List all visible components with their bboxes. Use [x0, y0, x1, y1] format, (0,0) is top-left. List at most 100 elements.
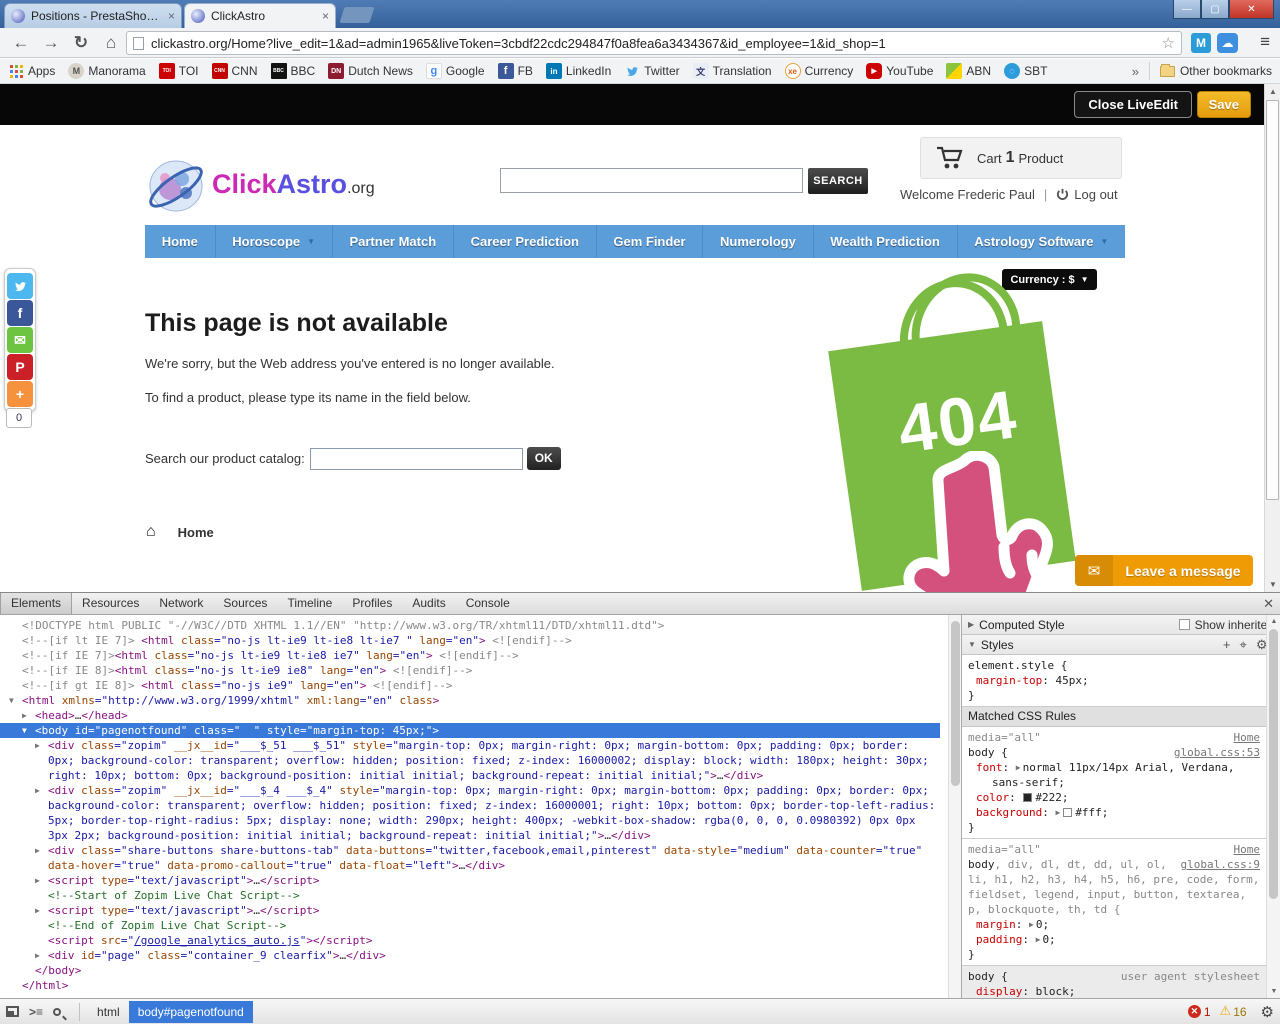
- css-rule[interactable]: Home media="all" global.css:53 body {font: …: [962, 727, 1266, 839]
- extension-cloud-icon[interactable]: ☁: [1217, 33, 1238, 53]
- scroll-up-icon[interactable]: ▲: [1265, 84, 1280, 99]
- dom-node[interactable]: <!--[if gt IE 8]> <html class="no-js ie9…: [0, 678, 940, 693]
- dom-node[interactable]: </html>: [0, 978, 940, 993]
- catalog-search-input[interactable]: [309, 447, 523, 470]
- nav-item-career-prediction[interactable]: Career Prediction: [452, 225, 596, 258]
- breadcrumb-home[interactable]: Home: [178, 525, 214, 540]
- bookmark-youtube[interactable]: ▶ YouTube: [866, 63, 933, 79]
- devtools-tab-console[interactable]: Console: [456, 593, 520, 614]
- bookmark-star-icon[interactable]: ☆: [1162, 34, 1175, 52]
- warning-icon[interactable]: ⚠: [1220, 1004, 1232, 1019]
- maximize-button[interactable]: ▢: [1201, 0, 1229, 19]
- dom-node[interactable]: </body>: [0, 963, 940, 978]
- new-style-rule-icon[interactable]: +: [1223, 637, 1231, 652]
- scrollbar-thumb[interactable]: [1266, 100, 1279, 500]
- scroll-up-icon[interactable]: ▲: [1267, 615, 1280, 628]
- back-icon[interactable]: ←: [8, 31, 34, 55]
- dom-node[interactable]: <!--[if IE 8]><html class="no-js lt-ie9 …: [0, 663, 940, 678]
- style-line[interactable]: li, h1, h2, h3, h4, h5, h6, pre, code, f…: [962, 872, 1266, 917]
- devtools-tab-audits[interactable]: Audits: [402, 593, 455, 614]
- dom-node[interactable]: ▶ <div class="zopim" __jx__id="___$_4 ___…: [0, 783, 940, 843]
- styles-header[interactable]: ▼ Styles + ⌖ ⚙▾: [962, 635, 1280, 655]
- url-bar[interactable]: clickastro.org/Home?live_edit=1&ad=admin…: [126, 31, 1182, 55]
- style-line[interactable]: font: ▶ normal 11px/14px Arial, Verdana, …: [962, 760, 1266, 790]
- settings-gear-icon[interactable]: ⚙: [1261, 1003, 1274, 1021]
- inspect-search-icon[interactable]: [53, 1007, 67, 1020]
- extension-m-icon[interactable]: M: [1191, 33, 1211, 53]
- nav-item-wealth-prediction[interactable]: Wealth Prediction: [812, 225, 957, 258]
- nav-item-numerology[interactable]: Numerology: [702, 225, 812, 258]
- devtools-close-icon[interactable]: ✕: [1263, 596, 1274, 612]
- devtools-dom-tree[interactable]: <!DOCTYPE html PUBLIC "-//W3C//DTD XHTML…: [0, 615, 948, 998]
- nav-item-horoscope[interactable]: Horoscope ▼: [214, 225, 332, 258]
- share-email-button[interactable]: ✉: [7, 327, 33, 353]
- bookmark-apps[interactable]: Apps: [8, 63, 55, 79]
- share-twitter-button[interactable]: [7, 273, 33, 299]
- style-line[interactable]: global.css:53 body {: [962, 745, 1266, 760]
- devtools-tab-sources[interactable]: Sources: [213, 593, 277, 614]
- other-bookmarks[interactable]: Other bookmarks: [1180, 64, 1272, 78]
- devtools-tree-scrollbar[interactable]: [948, 615, 961, 998]
- style-line[interactable]: margin-top: 45px;: [962, 673, 1266, 688]
- bookmarks-overflow-icon[interactable]: »: [1132, 64, 1139, 79]
- style-line[interactable]: global.css:9 body, div, dl, dt, dd, ul, o…: [962, 857, 1266, 872]
- home-icon[interactable]: ⌂: [146, 523, 156, 541]
- devtools-tab-resources[interactable]: Resources: [72, 593, 149, 614]
- site-search-button[interactable]: SEARCH: [808, 168, 868, 194]
- site-search-input[interactable]: [500, 168, 803, 193]
- dom-node[interactable]: ▶ <head>…</head>: [0, 708, 940, 723]
- dom-node[interactable]: <!--[if IE 7]><html class="no-js lt-ie9 …: [0, 648, 940, 663]
- scrollbar-thumb[interactable]: [1269, 629, 1278, 899]
- style-line[interactable]: display: block;: [962, 984, 1266, 998]
- home-icon[interactable]: ⌂: [98, 31, 124, 55]
- new-tab-button[interactable]: [339, 7, 375, 23]
- computed-style-header[interactable]: ▶ Computed Style Show inherited: [962, 615, 1280, 635]
- nav-item-gem-finder[interactable]: Gem Finder: [595, 225, 703, 258]
- site-logo[interactable]: ClickAstro.org: [212, 169, 375, 200]
- element-style-rule[interactable]: element.style {margin-top: 45px;}: [962, 655, 1266, 707]
- save-button[interactable]: Save: [1196, 91, 1251, 118]
- share-pinterest-button[interactable]: P: [7, 354, 33, 380]
- style-line[interactable]: color: #222;: [962, 790, 1266, 805]
- scroll-down-icon[interactable]: ▼: [1265, 577, 1280, 592]
- error-count[interactable]: 1: [1204, 1005, 1211, 1019]
- ok-button[interactable]: OK: [526, 447, 561, 470]
- forward-icon[interactable]: →: [38, 31, 64, 55]
- tab-close-icon[interactable]: ×: [168, 9, 175, 23]
- chrome-menu-icon[interactable]: ≡: [1260, 32, 1270, 52]
- tab-prestashop[interactable]: Positions - PrestaShop™ ×: [4, 3, 182, 28]
- bookmark-google[interactable]: g Google: [425, 63, 485, 79]
- bookmark-twitter[interactable]: Twitter: [624, 63, 680, 79]
- expand-icon[interactable]: ▼: [968, 640, 976, 649]
- close-liveedit-button[interactable]: Close LiveEdit: [1074, 91, 1192, 118]
- status-crumb-html[interactable]: html: [88, 1001, 129, 1023]
- bookmark-bbc[interactable]: BBC BBC: [270, 63, 315, 79]
- show-inherited-checkbox[interactable]: [1178, 619, 1190, 630]
- share-addthis-button[interactable]: +: [7, 381, 33, 407]
- url-text[interactable]: clickastro.org/Home?live_edit=1&ad=admin…: [151, 36, 1162, 51]
- style-line[interactable]: }: [962, 820, 1266, 835]
- logout-link[interactable]: Log out: [1074, 187, 1117, 202]
- dom-node[interactable]: <script src="/google_analytics_auto.js">…: [0, 933, 940, 948]
- bookmark-abn[interactable]: ABN: [946, 63, 991, 79]
- warning-count[interactable]: 16: [1233, 1005, 1246, 1019]
- style-line[interactable]: padding: ▶ 0;: [962, 932, 1266, 947]
- dom-node[interactable]: <!DOCTYPE html PUBLIC "-//W3C//DTD XHTML…: [0, 618, 940, 633]
- dom-node[interactable]: <!--Start of Zopim Live Chat Script-->: [0, 888, 940, 903]
- error-icon[interactable]: ✕: [1187, 1005, 1201, 1018]
- reload-icon[interactable]: ↻: [68, 31, 94, 55]
- nav-item-partner-match[interactable]: Partner Match: [331, 225, 453, 258]
- dom-node[interactable]: ▶ <div class="share-buttons share-buttons…: [0, 843, 940, 873]
- dom-node[interactable]: ▶ <script type="text/javascript">…</scrip…: [0, 873, 940, 888]
- close-button[interactable]: ✕: [1229, 0, 1274, 19]
- console-toggle-icon[interactable]: >≡: [29, 1005, 43, 1019]
- dom-node[interactable]: <!--[if lt IE 7]> <html class="no-js lt-…: [0, 633, 940, 648]
- css-rule[interactable]: Home media="all" global.css:9 body, div, dl…: [962, 839, 1266, 966]
- dock-side-icon[interactable]: [6, 1006, 19, 1017]
- style-line[interactable]: element.style {: [962, 658, 1266, 673]
- scrollbar-thumb[interactable]: [951, 621, 960, 786]
- style-line[interactable]: Home media="all": [962, 842, 1266, 857]
- dom-node[interactable]: <!--End of Zopim Live Chat Script-->: [0, 918, 940, 933]
- bookmark-manorama[interactable]: M Manorama: [68, 63, 146, 79]
- style-line[interactable]: Home media="all": [962, 730, 1266, 745]
